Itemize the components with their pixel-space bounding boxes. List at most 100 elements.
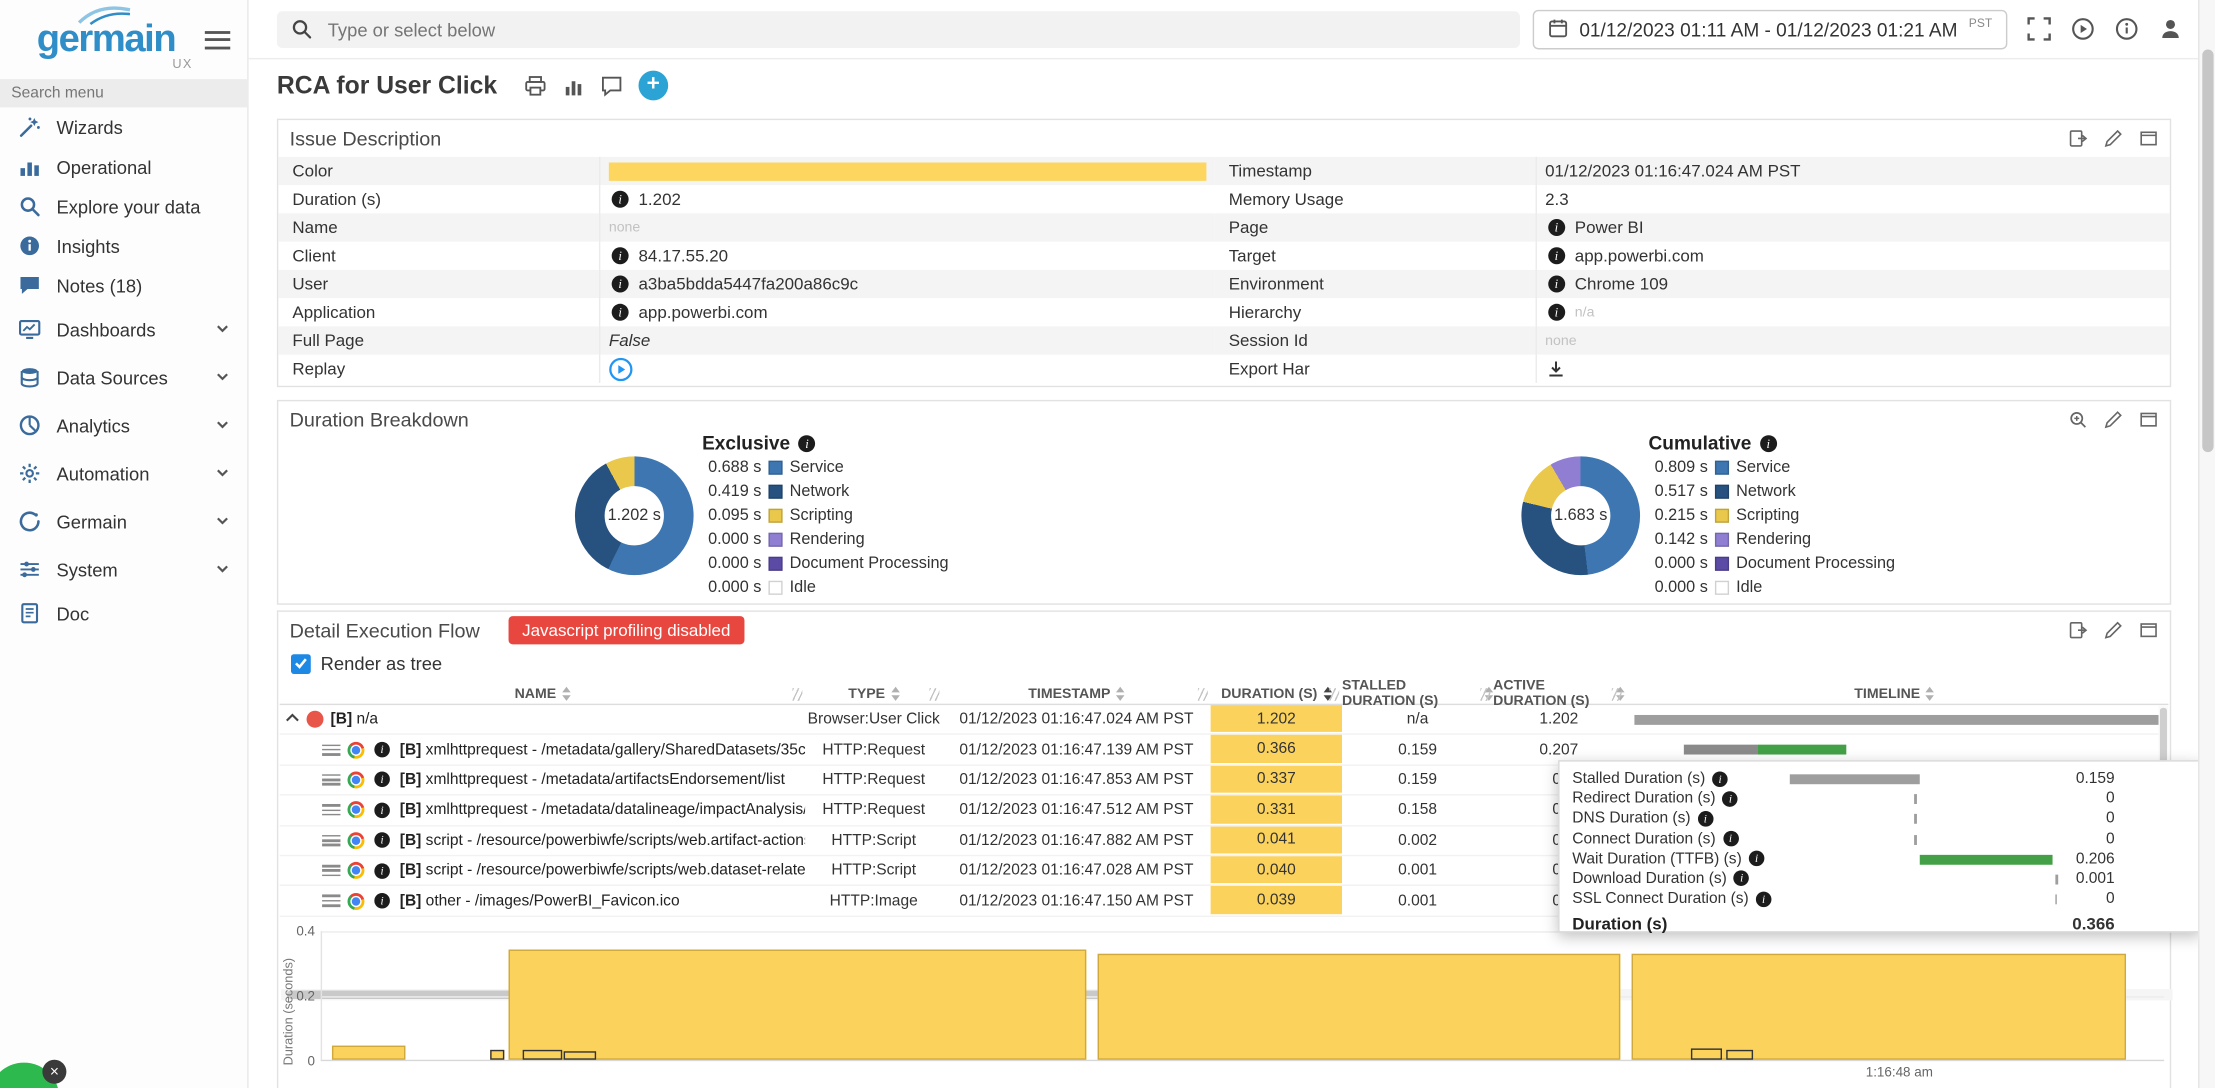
- export-har-download-icon[interactable]: [1545, 358, 1566, 379]
- duration-bar[interactable]: [1632, 954, 2126, 1060]
- user-icon[interactable]: [2158, 17, 2183, 42]
- info-icon[interactable]: i: [1760, 434, 1777, 451]
- sidebar-item-system[interactable]: System: [0, 545, 247, 593]
- timeline-bar[interactable]: [1634, 715, 2161, 725]
- info-icon[interactable]: i: [1734, 871, 1750, 887]
- window-icon[interactable]: [2139, 410, 2159, 430]
- info-icon[interactable]: i: [1698, 811, 1714, 827]
- date-range-picker[interactable]: 01/12/2023 01:11 AM - 01/12/2023 01:21 A…: [1533, 10, 2008, 50]
- sidebar-item-notes-18[interactable]: Notes (18): [0, 266, 247, 306]
- edit-pencil-icon[interactable]: [2103, 410, 2123, 430]
- drag-handle-icon[interactable]: [322, 742, 340, 758]
- edit-pencil-icon[interactable]: [2103, 129, 2123, 149]
- chart-icon[interactable]: [562, 74, 585, 97]
- info-icon[interactable]: i: [374, 742, 390, 758]
- info-icon[interactable]: i: [1548, 276, 1565, 293]
- sort-icon[interactable]: [1926, 687, 1934, 701]
- column-resize-handle[interactable]: [930, 688, 940, 701]
- info-icon[interactable]: i: [1548, 247, 1565, 264]
- zoom-in-icon[interactable]: [2068, 410, 2088, 430]
- duration-bar[interactable]: [1726, 1050, 1754, 1060]
- comment-icon[interactable]: [600, 74, 623, 97]
- sidebar-item-explore-your-data[interactable]: Explore your data: [0, 187, 247, 227]
- menu-toggle-icon[interactable]: [205, 25, 230, 53]
- info-icon[interactable]: i: [1723, 791, 1739, 807]
- duration-bar[interactable]: [331, 1046, 405, 1060]
- sidebar-item-wizards[interactable]: Wizards: [0, 107, 247, 147]
- window-icon[interactable]: [2139, 620, 2159, 640]
- sidebar-item-dashboards[interactable]: Dashboards: [0, 305, 247, 353]
- cumulative-donut-chart[interactable]: 1.683 s: [1521, 456, 1640, 575]
- info-icon[interactable]: i: [612, 247, 629, 264]
- sort-icon[interactable]: [891, 687, 899, 701]
- info-icon[interactable]: i: [1723, 831, 1739, 847]
- info-icon[interactable]: i: [374, 802, 390, 818]
- collapse-caret-icon[interactable]: [285, 711, 299, 728]
- info-icon[interactable]: i: [1548, 219, 1565, 236]
- info-icon[interactable]: i: [374, 863, 390, 879]
- app-logo[interactable]: germain: [37, 17, 176, 61]
- sidebar-item-automation[interactable]: Automation: [0, 449, 247, 497]
- drag-handle-icon[interactable]: [322, 772, 340, 788]
- column-header-name[interactable]: NAME: [280, 684, 805, 704]
- duration-bar[interactable]: [1098, 954, 1621, 1060]
- render-as-tree-checkbox[interactable]: Render as tree: [291, 653, 442, 674]
- add-button[interactable]: +: [638, 71, 668, 101]
- column-header-timeline[interactable]: TIMELINE: [1625, 684, 2165, 704]
- duration-bar[interactable]: [490, 1050, 505, 1060]
- execution-row[interactable]: [B] n/a Browser:User Click 01/12/2023 01…: [280, 705, 2169, 735]
- info-icon[interactable]: [2115, 17, 2140, 42]
- window-icon[interactable]: [2139, 129, 2159, 149]
- info-icon[interactable]: i: [612, 191, 629, 208]
- sort-icon[interactable]: [562, 687, 570, 701]
- column-resize-handle[interactable]: [1329, 688, 1339, 701]
- drag-handle-icon[interactable]: [322, 862, 340, 878]
- chat-close-icon[interactable]: ×: [42, 1060, 66, 1084]
- column-header-stalled-duration-s[interactable]: STALLED DURATION (S): [1342, 684, 1493, 704]
- info-icon[interactable]: i: [374, 772, 390, 788]
- sidebar-item-operational[interactable]: Operational: [0, 147, 247, 187]
- info-icon[interactable]: i: [374, 893, 390, 909]
- sort-icon[interactable]: [1116, 687, 1124, 701]
- column-resize-handle[interactable]: [1480, 688, 1490, 701]
- column-header-type[interactable]: TYPE: [805, 684, 942, 704]
- column-resize-handle[interactable]: [792, 688, 802, 701]
- sidebar-item-analytics[interactable]: Analytics: [0, 401, 247, 449]
- export-icon[interactable]: [2068, 129, 2088, 149]
- column-resize-handle[interactable]: [1198, 688, 1208, 701]
- exclusive-donut-chart[interactable]: 1.202 s: [575, 456, 694, 575]
- duration-bar[interactable]: [508, 950, 1086, 1060]
- info-icon[interactable]: i: [1756, 891, 1772, 907]
- column-header-timestamp[interactable]: TIMESTAMP: [942, 684, 1210, 704]
- info-icon[interactable]: i: [374, 833, 390, 849]
- sidebar-item-germain[interactable]: Germain: [0, 497, 247, 545]
- info-icon[interactable]: i: [612, 276, 629, 293]
- info-icon[interactable]: i: [799, 434, 816, 451]
- scrollbar-thumb[interactable]: [2202, 49, 2213, 452]
- sidebar-search-input[interactable]: [0, 79, 249, 107]
- checkbox-checked-icon[interactable]: [291, 654, 311, 674]
- global-search-input[interactable]: [277, 11, 1520, 48]
- column-header-active-duration-s[interactable]: ACTIVE DURATION (S): [1493, 684, 1624, 704]
- info-icon[interactable]: i: [1712, 771, 1728, 787]
- sidebar-item-doc[interactable]: Doc: [0, 593, 247, 633]
- drag-handle-icon[interactable]: [322, 802, 340, 818]
- column-resize-handle[interactable]: [1612, 688, 1622, 701]
- page-scrollbar[interactable]: [2198, 0, 2215, 1088]
- timeline-bar[interactable]: [1684, 745, 1757, 755]
- info-icon[interactable]: i: [612, 304, 629, 321]
- sidebar-item-data-sources[interactable]: Data Sources: [0, 353, 247, 401]
- timeline-bar[interactable]: [1757, 745, 1846, 755]
- play-icon[interactable]: [2071, 17, 2096, 42]
- print-icon[interactable]: [524, 74, 547, 97]
- column-header-duration-s[interactable]: DURATION (S): [1211, 684, 1342, 704]
- sidebar-item-insights[interactable]: Insights: [0, 226, 247, 266]
- drag-handle-icon[interactable]: [322, 832, 340, 848]
- duration-bar[interactable]: [523, 1050, 562, 1060]
- fullscreen-icon[interactable]: [2027, 17, 2052, 42]
- info-icon[interactable]: i: [1749, 851, 1765, 867]
- duration-bar[interactable]: [563, 1051, 596, 1059]
- duration-bar[interactable]: [1691, 1048, 1722, 1059]
- drag-handle-icon[interactable]: [322, 893, 340, 909]
- edit-pencil-icon[interactable]: [2103, 620, 2123, 640]
